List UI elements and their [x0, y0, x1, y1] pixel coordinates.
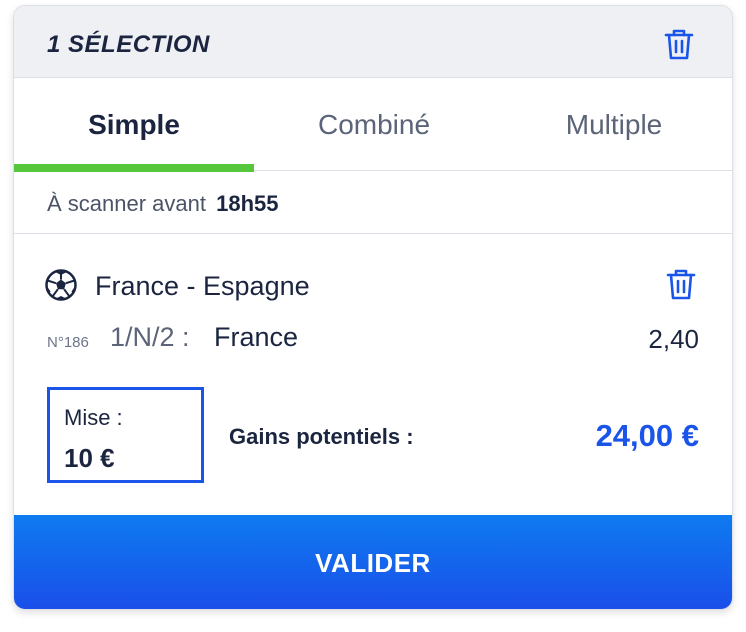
tab-simple[interactable]: Simple: [14, 79, 254, 172]
stake-input[interactable]: Mise : 10 €: [47, 387, 204, 483]
potential-gains-value: 24,00 €: [595, 418, 699, 453]
scan-deadline-label: À scanner avant: [47, 191, 206, 216]
selection-count-title: 1 SÉLECTION: [47, 31, 210, 58]
soccer-ball-icon: [45, 269, 77, 301]
bet-number: N°186: [47, 334, 89, 351]
clear-all-button[interactable]: [662, 26, 696, 62]
tab-combine[interactable]: Combiné: [254, 79, 494, 171]
scan-deadline-time: 18h55: [216, 191, 279, 216]
trash-icon: [664, 29, 694, 60]
stake-value: 10 €: [64, 443, 115, 473]
tab-multiple[interactable]: Multiple: [494, 79, 732, 171]
potential-gains-label: Gains potentiels :: [229, 424, 414, 449]
trash-icon: [666, 269, 696, 300]
validate-button[interactable]: VALIDER: [14, 515, 732, 609]
stake-label: Mise :: [64, 405, 123, 430]
scan-deadline-bar: À scanner avant 18h55: [14, 172, 732, 234]
match-name: France - Espagne: [95, 271, 310, 301]
bet-type-tabs: Simple Combiné Multiple: [14, 79, 732, 172]
bet-slip-card: 1 SÉLECTION Simple Combiné Multiple À sc…: [13, 5, 733, 610]
remove-selection-button[interactable]: [664, 266, 698, 302]
bet-market: 1/N/2 :: [110, 322, 190, 352]
bet-selection-choice: France: [214, 322, 299, 352]
bet-slip-header: 1 SÉLECTION: [14, 6, 732, 78]
bet-odds: 2,40: [648, 324, 699, 354]
